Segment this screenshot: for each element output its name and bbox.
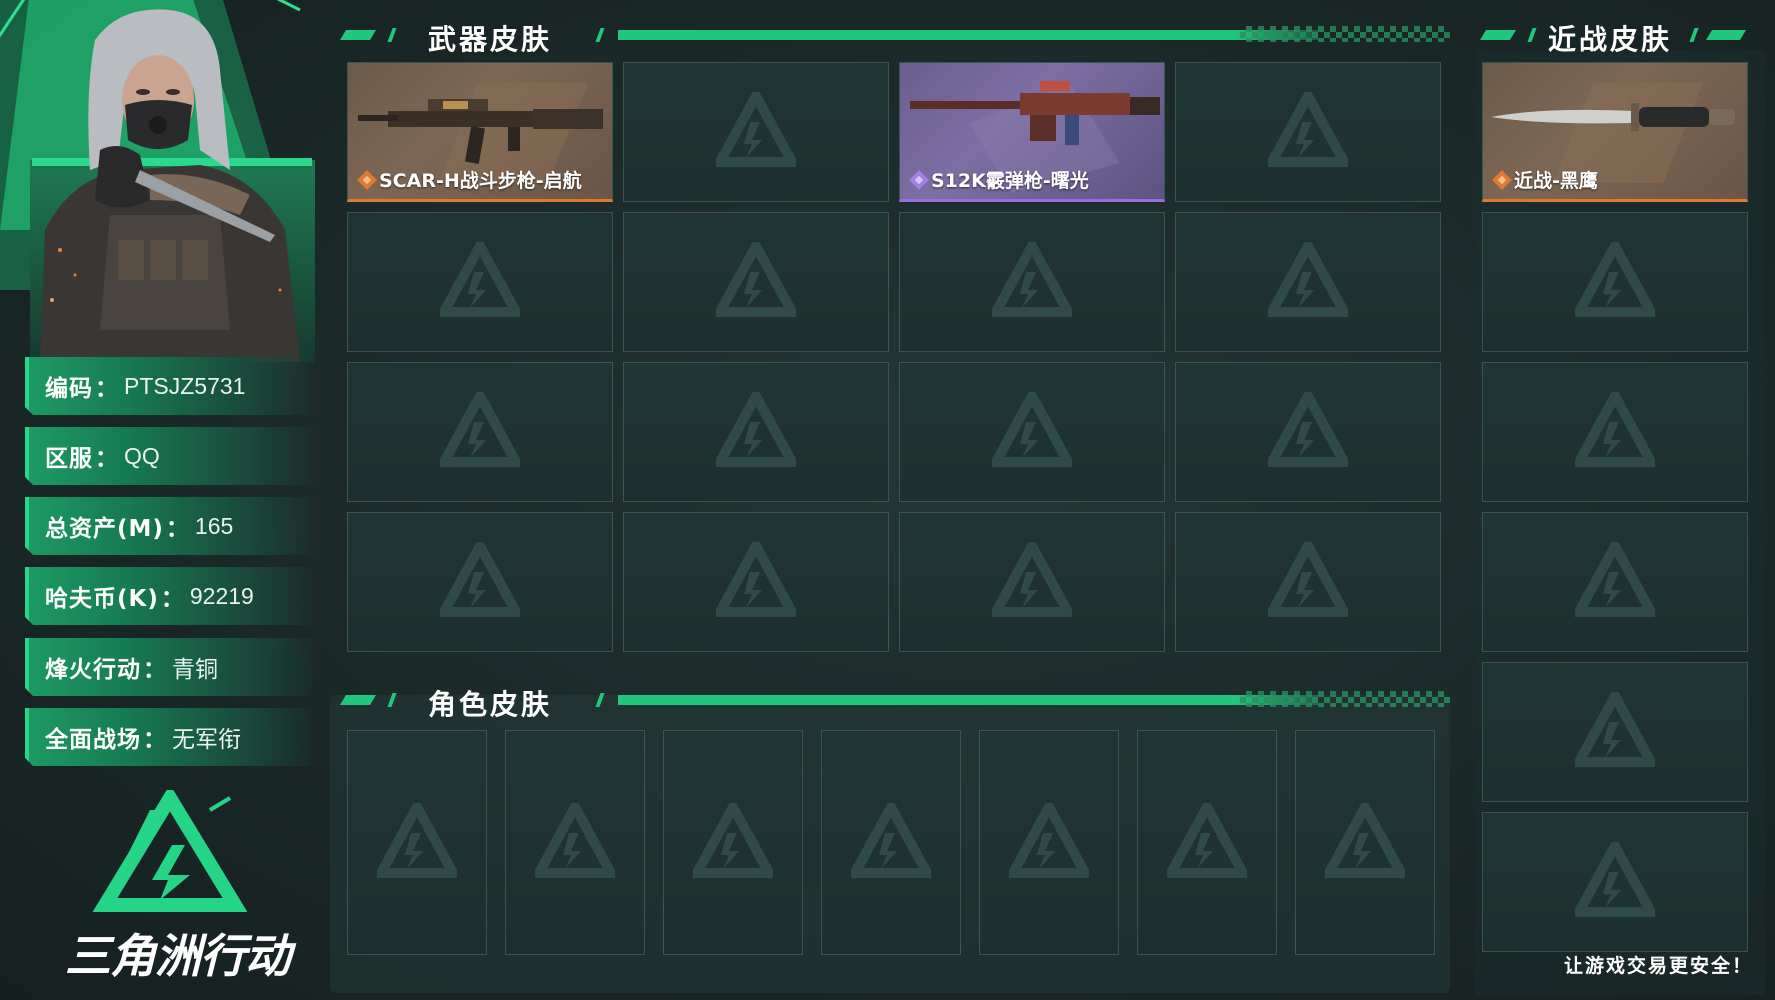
field-label: 总资产(M): [45, 516, 164, 542]
placeholder-logo-icon: [716, 242, 796, 317]
placeholder-logo-icon: [1268, 242, 1348, 317]
field-value: 无军衔: [172, 726, 241, 752]
melee-slot-empty[interactable]: [1482, 362, 1748, 502]
weapon-name: S12K霰弹枪-曙光: [909, 166, 1089, 193]
placeholder-logo-icon: [992, 392, 1072, 467]
field-value: PTSJZ5731: [124, 372, 246, 399]
placeholder-logo-icon: [992, 542, 1072, 617]
weapon-slot-empty[interactable]: [1175, 512, 1441, 652]
character-slot-empty[interactable]: [979, 730, 1119, 955]
field-value: 青铜: [172, 656, 218, 682]
placeholder-logo-icon: [1268, 92, 1348, 167]
weapon-slot-empty[interactable]: [1175, 212, 1441, 352]
weapon-slot-empty[interactable]: [623, 62, 889, 202]
placeholder-logo-icon: [1575, 842, 1655, 917]
weapon-slot-empty[interactable]: [899, 362, 1165, 502]
placeholder-logo-icon: [377, 802, 457, 878]
character-slot-empty[interactable]: [821, 730, 961, 955]
character-slot-empty[interactable]: [347, 730, 487, 955]
weapon-slot-empty[interactable]: [899, 512, 1165, 652]
character-slot-empty[interactable]: [505, 730, 645, 955]
placeholder-logo-icon: [1167, 802, 1247, 878]
weapon-slot-scar-h[interactable]: SCAR-H战斗步枪-启航: [347, 62, 613, 202]
info-row-haf-coin: 哈夫币(K)： 92219: [25, 567, 313, 625]
weapon-slot-empty[interactable]: [623, 362, 889, 502]
rarity-diamond-icon: [1492, 169, 1512, 190]
melee-slot-black-hawk[interactable]: 近战-黑鹰: [1482, 62, 1748, 202]
info-row-warfare-rank: 全面战场：无军衔: [25, 708, 313, 766]
field-label: 全面战场: [45, 727, 141, 753]
weapon-slot-empty[interactable]: [347, 362, 613, 502]
field-colon: ：: [160, 586, 184, 612]
character-skins-header: 角色皮肤: [340, 683, 1450, 721]
info-row-operations-rank: 烽火行动：青铜: [25, 638, 313, 696]
placeholder-logo-icon: [535, 802, 615, 878]
weapon-skins-header: 武器皮肤: [340, 18, 1450, 56]
info-row-server: 区服： QQ: [25, 427, 313, 485]
rarity-diamond-icon: [357, 169, 377, 190]
placeholder-logo-icon: [440, 392, 520, 467]
placeholder-logo-icon: [440, 542, 520, 617]
delta-logo-icon: [92, 790, 248, 912]
melee-slot-empty[interactable]: [1482, 512, 1748, 652]
placeholder-logo-icon: [716, 542, 796, 617]
melee-slot-empty[interactable]: [1482, 812, 1748, 952]
weapon-slot-empty[interactable]: [623, 212, 889, 352]
field-value: QQ: [124, 442, 160, 469]
placeholder-logo-icon: [440, 242, 520, 317]
melee-skins-header: 近战皮肤: [1480, 18, 1750, 56]
placeholder-logo-icon: [1268, 392, 1348, 467]
melee-slot-empty[interactable]: [1482, 212, 1748, 352]
weapon-slot-empty[interactable]: [1175, 62, 1441, 202]
footer-tagline: 让游戏交易更安全！: [1563, 955, 1753, 977]
character-slot-empty[interactable]: [663, 730, 803, 955]
placeholder-logo-icon: [1575, 542, 1655, 617]
character-slot-empty[interactable]: [1295, 730, 1435, 955]
placeholder-logo-icon: [992, 242, 1072, 317]
field-colon: ：: [95, 376, 118, 402]
field-label: 哈夫币(K): [45, 586, 159, 612]
melee-slot-empty[interactable]: [1482, 662, 1748, 802]
weapon-skins-title: 武器皮肤: [428, 23, 553, 56]
field-label: 烽火行动: [45, 657, 141, 683]
game-logo: 三角洲行动: [40, 790, 300, 983]
placeholder-logo-icon: [693, 802, 773, 878]
info-row-code: 编码： PTSJZ5731: [25, 357, 313, 415]
field-colon: ：: [95, 446, 118, 472]
character-slot-empty[interactable]: [1137, 730, 1277, 955]
melee-skins-title: 近战皮肤: [1548, 23, 1673, 56]
field-colon: ：: [143, 727, 166, 753]
logo-text: 三角洲行动: [65, 929, 291, 983]
placeholder-logo-icon: [1575, 242, 1655, 317]
placeholder-logo-icon: [1325, 802, 1405, 878]
field-colon: ：: [165, 516, 189, 542]
melee-name: 近战-黑鹰: [1492, 166, 1598, 193]
character-skins-title: 角色皮肤: [428, 688, 553, 721]
profile-panel: 编码： PTSJZ5731 区服： QQ 总资产(M)： 165 哈夫币(K)： 922…: [0, 0, 330, 1000]
placeholder-logo-icon: [716, 92, 796, 167]
placeholder-logo-icon: [716, 392, 796, 467]
field-colon: ：: [143, 657, 166, 683]
info-row-total-assets: 总资产(M)： 165: [25, 497, 313, 555]
weapon-slot-empty[interactable]: [899, 212, 1165, 352]
field-value: 165: [194, 512, 234, 539]
field-value: 92219: [189, 582, 254, 609]
character-portrait: [30, 9, 315, 362]
weapon-name: SCAR-H战斗步枪-启航: [357, 166, 582, 193]
weapon-slot-s12k[interactable]: S12K霰弹枪-曙光: [899, 62, 1165, 202]
placeholder-logo-icon: [1268, 542, 1348, 617]
weapon-slot-empty[interactable]: [1175, 362, 1441, 502]
weapon-slot-empty[interactable]: [347, 512, 613, 652]
weapon-slot-empty[interactable]: [347, 212, 613, 352]
placeholder-logo-icon: [851, 802, 931, 878]
field-label: 区服: [45, 446, 93, 472]
placeholder-logo-icon: [1575, 392, 1655, 467]
weapon-slot-empty[interactable]: [623, 512, 889, 652]
rarity-diamond-icon: [909, 169, 929, 190]
placeholder-logo-icon: [1009, 802, 1089, 878]
field-label: 编码: [45, 376, 93, 402]
placeholder-logo-icon: [1575, 692, 1655, 767]
